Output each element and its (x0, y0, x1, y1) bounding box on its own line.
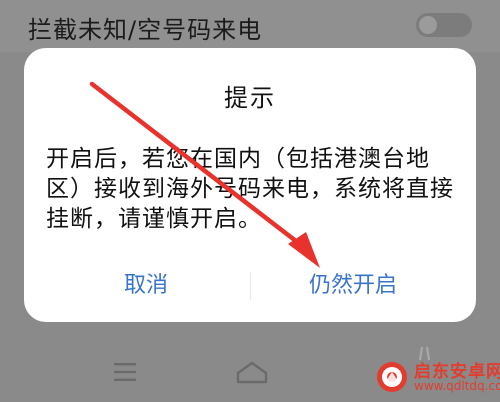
toggle-knob (419, 16, 437, 34)
setting-label: 拦截未知/空号码来电 (28, 16, 263, 44)
cancel-button[interactable]: 取消 (124, 266, 168, 306)
toggle-switch[interactable] (416, 13, 472, 37)
watermark-logo-icon (377, 362, 407, 392)
home-icon[interactable] (235, 360, 269, 388)
dialog-message: 开启后，若您在国内（包括港澳台地区）接收到海外号码来电，系统将直接挂断，请谨慎开… (46, 146, 454, 232)
dialog-title: 提示 (224, 84, 276, 112)
button-divider (250, 272, 251, 300)
watermark: 启东安卓网 www.qdltdq.com (372, 355, 500, 399)
watermark-url: www.qdltdq.com (414, 379, 500, 393)
confirm-button[interactable]: 仍然开启 (309, 266, 397, 306)
menu-icon[interactable] (113, 362, 137, 386)
prompt-dialog: 提示 开启后，若您在国内（包括港澳台地区）接收到海外号码来电，系统将直接挂断，请… (24, 48, 476, 322)
setting-row[interactable]: 拦截未知/空号码来电 (0, 0, 500, 52)
dialog-buttons: 取消 仍然开启 (24, 266, 476, 306)
